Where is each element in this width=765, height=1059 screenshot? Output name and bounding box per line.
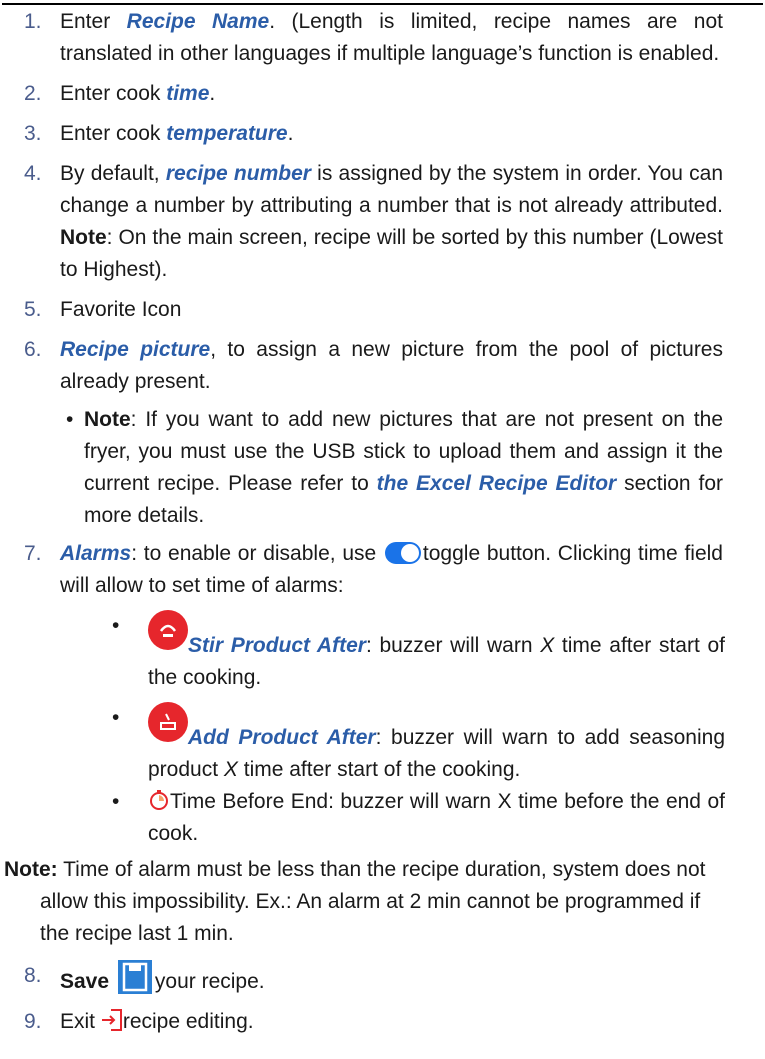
alarm-text: Time Before End: buzzer will warn X time… xyxy=(148,790,725,845)
recipe-name-term: Recipe Name xyxy=(126,10,270,33)
save-icon xyxy=(117,960,152,994)
temperature-term: temperature xyxy=(166,122,288,145)
list-item-3: 3. Enter cook temperature. xyxy=(0,118,765,150)
bullet-dot: • xyxy=(66,408,74,431)
sub-bullet-note: • Note: If you want to add new pictures … xyxy=(0,404,765,532)
item-number: 3. xyxy=(24,122,42,145)
item-text: : to enable or disable, use xyxy=(131,542,383,565)
item-number: 7. xyxy=(24,542,42,565)
item-text: Enter cook xyxy=(60,82,167,105)
exit-icon xyxy=(101,1008,123,1032)
item-text: Enter cook xyxy=(60,122,167,145)
item-number: 6. xyxy=(24,338,42,361)
item-number: 8. xyxy=(24,964,42,987)
document-body: 1. Enter Recipe Name. (Length is limited… xyxy=(0,6,765,1038)
alarms-term: Alarms xyxy=(60,542,132,565)
note-label: Note xyxy=(84,408,131,431)
bullet-dot: • xyxy=(112,790,120,813)
list-item-8: 8. Save your recipe. xyxy=(0,960,765,998)
list-item-5: 5. Favorite Icon xyxy=(0,294,765,326)
item-text: . xyxy=(287,122,294,145)
note-label: Note: xyxy=(4,858,58,881)
list-item-1: 1. Enter Recipe Name. (Length is limited… xyxy=(0,6,765,70)
item-text: your recipe. xyxy=(154,970,265,993)
stir-product-after-term: Stir Product After xyxy=(188,634,366,657)
item-text: recipe editing. xyxy=(122,1010,254,1033)
list-item-9: 9. Exit recipe editing. xyxy=(0,1006,765,1038)
item-number: 5. xyxy=(24,298,42,321)
alarm-add: • Add Product After: buzzer will warn to… xyxy=(0,702,765,786)
item-text: Exit xyxy=(60,1010,101,1033)
alarm-text: time after start of the cooking. xyxy=(237,758,521,781)
note-text: Time of alarm must be less than the reci… xyxy=(40,858,706,945)
timer-icon xyxy=(148,789,170,811)
list-item-7: 7. Alarms: to enable or disable, use tog… xyxy=(0,538,765,602)
item-text: Favorite Icon xyxy=(60,298,182,321)
item-number: 9. xyxy=(24,1010,42,1033)
bullet-dot: • xyxy=(112,614,120,637)
list-item-4: 4. By default, recipe number is assigned… xyxy=(0,158,765,286)
item-text: . xyxy=(209,82,216,105)
recipe-number-term: recipe number xyxy=(165,162,311,185)
alarm-text: : buzzer will warn xyxy=(365,634,541,657)
note-label: Note xyxy=(60,226,107,249)
bullet-dot: • xyxy=(112,706,120,729)
top-rule xyxy=(2,3,763,5)
item-number: 4. xyxy=(24,162,42,185)
list-item-6: 6. Recipe picture, to assign a new pictu… xyxy=(0,334,765,398)
item-text: : On the main screen, recipe will be sor… xyxy=(60,226,723,281)
toggle-icon xyxy=(384,542,421,564)
item-number: 2. xyxy=(24,82,42,105)
list-item-2: 2. Enter cook time. xyxy=(0,78,765,110)
alarm-time-before-end: • Time Before End: buzzer will warn X ti… xyxy=(0,786,765,850)
alarm-x: X xyxy=(540,634,555,657)
item-text: By default, xyxy=(60,162,166,185)
time-term: time xyxy=(166,82,210,105)
add-product-icon xyxy=(148,702,188,742)
alarm-note: Note: Time of alarm must be less than th… xyxy=(4,854,765,950)
alarm-x: X xyxy=(223,758,238,781)
stir-icon xyxy=(148,610,188,650)
save-label: Save xyxy=(60,970,110,993)
alarm-stir: • Stir Product After: buzzer will warn X… xyxy=(0,610,765,694)
item-number: 1. xyxy=(24,10,42,33)
add-product-after-term: Add Product After xyxy=(188,726,376,749)
excel-editor-link: the Excel Recipe Editor xyxy=(376,472,617,495)
item-text: Enter xyxy=(60,10,127,33)
recipe-picture-term: Recipe picture xyxy=(60,338,211,361)
